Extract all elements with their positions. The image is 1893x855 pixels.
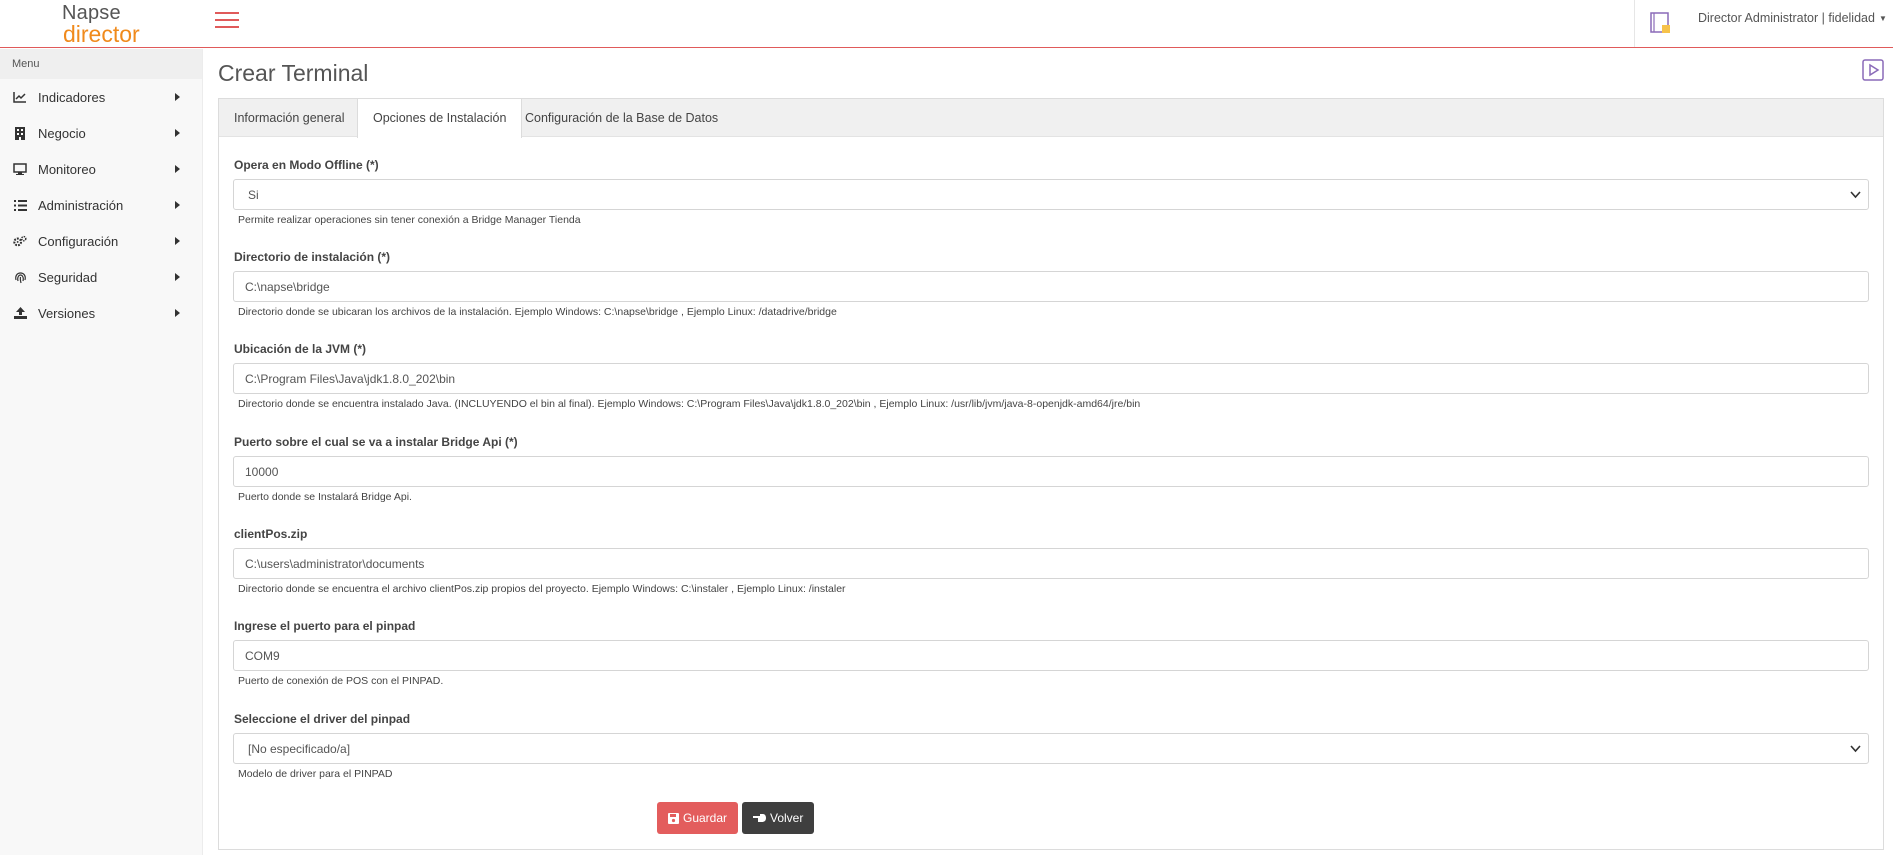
- pinpad-driver-label: Seleccione el driver del pinpad: [234, 712, 411, 726]
- pinpad-port-help: Puerto de conexión de POS con el PINPAD.: [238, 675, 444, 687]
- install-dir-label: Directorio de instalación (*): [234, 250, 391, 264]
- clientpos-input[interactable]: [245, 557, 1857, 571]
- pinpad-driver-select[interactable]: [No especificado/a]: [233, 733, 1869, 764]
- sidebar-item-administracion[interactable]: Administración: [0, 187, 202, 223]
- offline-mode-label: Opera en Modo Offline (*): [234, 158, 379, 172]
- logo-line-2: director: [63, 21, 140, 47]
- offline-mode-select[interactable]: Si: [233, 179, 1869, 210]
- jvm-location-input[interactable]: [245, 372, 1857, 386]
- tab-configuracion-base-datos[interactable]: Configuración de la Base de Datos: [510, 99, 733, 137]
- caret-right-icon: [175, 201, 180, 209]
- offline-mode-value: Si: [248, 188, 259, 202]
- building-icon: [13, 126, 27, 140]
- chevron-down-icon: [1850, 745, 1861, 753]
- caret-down-icon: ▼: [1878, 14, 1887, 24]
- sidebar-item-configuracion[interactable]: Configuración: [0, 223, 202, 259]
- notes-icon[interactable]: [1649, 10, 1671, 34]
- bridge-api-port-input[interactable]: [245, 465, 1857, 479]
- caret-right-icon: [175, 165, 180, 173]
- jvm-location-help: Directorio donde se encuentra instalado …: [238, 398, 1141, 410]
- jvm-location-field[interactable]: [233, 363, 1869, 394]
- pinpad-port-label: Ingrese el puerto para el pinpad: [234, 619, 416, 633]
- clientpos-label: clientPos.zip: [234, 527, 308, 541]
- video-tutorial-icon[interactable]: [1862, 59, 1884, 81]
- floppy-disk-icon: [668, 812, 679, 824]
- sidebar-item-monitoreo[interactable]: Monitoreo: [0, 151, 202, 187]
- save-button[interactable]: Guardar: [657, 802, 739, 834]
- pinpad-driver-help: Modelo de driver para el PINPAD: [238, 768, 393, 780]
- back-button[interactable]: Volver: [742, 802, 815, 834]
- hamburger-menu-icon[interactable]: [215, 12, 239, 32]
- sidebar-item-label: Seguridad: [38, 269, 98, 285]
- sidebar-item-seguridad[interactable]: Seguridad: [0, 259, 202, 295]
- pinpad-port-field[interactable]: [233, 640, 1869, 671]
- tab-informacion-general[interactable]: Información general: [219, 99, 359, 137]
- chart-line-icon: [13, 90, 27, 104]
- form-panel: Información general Opciones de Instalac…: [218, 98, 1884, 850]
- clientpos-field[interactable]: [233, 548, 1869, 579]
- install-dir-field[interactable]: [233, 271, 1869, 302]
- sidebar-item-negocio[interactable]: Negocio: [0, 115, 202, 151]
- upload-icon: [13, 306, 27, 320]
- sidebar-item-label: Administración: [38, 197, 124, 213]
- bridge-api-port-help: Puerto donde se Instalará Bridge Api.: [238, 491, 412, 503]
- sidebar-item-label: Negocio: [38, 125, 86, 141]
- bridge-api-port-field[interactable]: [233, 456, 1869, 487]
- page-title: Crear Terminal: [218, 60, 369, 86]
- sidebar: Menu Indicadores Negocio Monitoreo Admin…: [0, 49, 203, 855]
- sidebar-item-versiones[interactable]: Versiones: [0, 295, 202, 331]
- install-dir-help: Directorio donde se ubicaran los archivo…: [238, 306, 837, 318]
- install-dir-input[interactable]: [245, 280, 1857, 294]
- sidebar-item-label: Versiones: [38, 305, 96, 321]
- sidebar-item-label: Monitoreo: [38, 161, 96, 177]
- back-button-label: Volver: [770, 811, 804, 825]
- sidebar-item-label: Indicadores: [38, 89, 106, 105]
- caret-right-icon: [175, 273, 180, 281]
- sidebar-title: Menu: [0, 49, 202, 79]
- save-button-label: Guardar: [683, 811, 728, 825]
- jvm-location-label: Ubicación de la JVM (*): [234, 342, 367, 356]
- pinpad-driver-value: [No especificado/a]: [248, 742, 351, 756]
- sidebar-item-indicadores[interactable]: Indicadores: [0, 79, 202, 115]
- caret-right-icon: [175, 93, 180, 101]
- list-icon: [13, 198, 27, 212]
- napse-director-logo[interactable]: Napse director: [62, 2, 152, 47]
- caret-right-icon: [175, 129, 180, 137]
- caret-right-icon: [175, 237, 180, 245]
- user-label: Director Administrator | fidelidad: [1698, 11, 1875, 25]
- hand-pointer-left-icon: [753, 814, 766, 822]
- clientpos-help: Directorio donde se encuentra el archivo…: [238, 583, 846, 595]
- bridge-api-port-label: Puerto sobre el cual se va a instalar Br…: [234, 435, 518, 449]
- pinpad-port-input[interactable]: [245, 649, 1857, 663]
- desktop-icon: [13, 162, 27, 176]
- caret-right-icon: [175, 309, 180, 317]
- tab-bar: Información general Opciones de Instalac…: [219, 99, 1883, 138]
- gears-icon: [13, 234, 27, 248]
- fingerprint-icon: [13, 270, 27, 284]
- sidebar-item-label: Configuración: [38, 233, 119, 249]
- tab-opciones-instalacion[interactable]: Opciones de Instalación: [357, 99, 523, 138]
- top-bar: Napse director Director Administrator | …: [0, 0, 1893, 48]
- header-divider: [1634, 0, 1635, 47]
- user-menu[interactable]: Director Administrator | fidelidad ▼: [1698, 11, 1887, 25]
- offline-mode-help: Permite realizar operaciones sin tener c…: [238, 214, 581, 226]
- chevron-down-icon: [1850, 191, 1861, 199]
